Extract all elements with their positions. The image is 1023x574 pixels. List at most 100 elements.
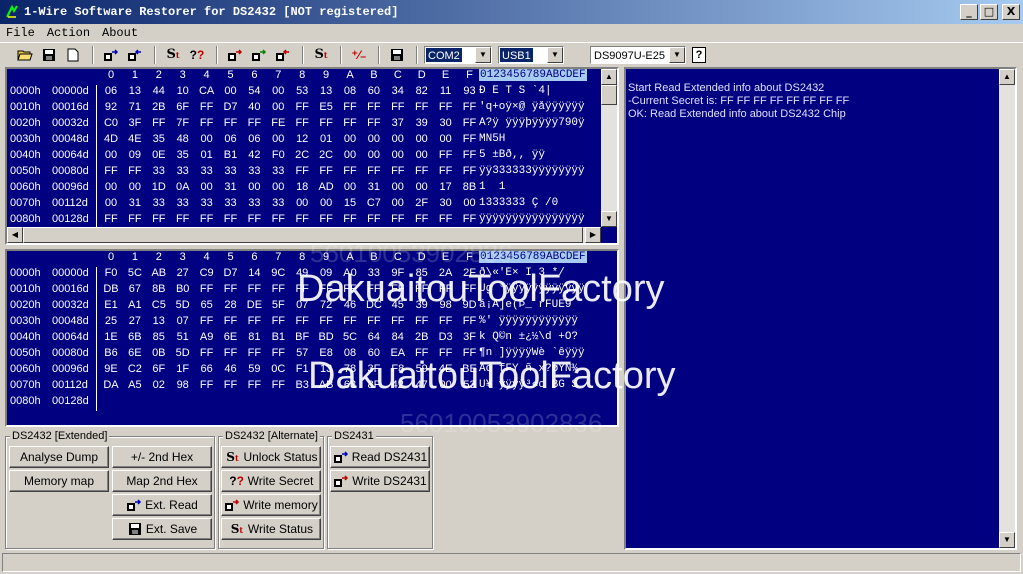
hex-byte[interactable]: FF — [412, 283, 432, 295]
hex-byte[interactable]: 33 — [268, 197, 288, 209]
analyse-dump-button[interactable]: Analyse Dump — [9, 446, 109, 468]
hex-byte[interactable]: FF — [436, 315, 456, 327]
hex-byte[interactable]: 65 — [197, 299, 217, 311]
hex-byte[interactable]: 42 — [244, 149, 264, 161]
write-memory-button[interactable]: Write memory — [221, 494, 321, 516]
hex-byte[interactable]: A5 — [125, 379, 145, 391]
write-chip-icon[interactable] — [224, 45, 246, 65]
hex-byte[interactable]: 15 — [340, 197, 360, 209]
save-dump-icon[interactable] — [386, 45, 408, 65]
hex-byte[interactable]: FF — [316, 315, 336, 327]
hex-byte[interactable]: 48 — [173, 133, 193, 145]
read-ds2431-button[interactable]: Read DS2431 — [330, 446, 430, 468]
hex-byte[interactable]: FF — [364, 165, 384, 177]
hex-byte[interactable]: FF — [364, 315, 384, 327]
hex-byte[interactable]: FF — [268, 347, 288, 359]
hex-byte[interactable]: FF — [221, 117, 241, 129]
hex-byte[interactable]: 1E — [101, 331, 121, 343]
hex-byte[interactable]: FF — [244, 117, 264, 129]
hex-byte[interactable]: 00 — [268, 85, 288, 97]
hex-byte[interactable]: 64 — [364, 331, 384, 343]
chevron-down-icon[interactable]: ▼ — [475, 46, 491, 63]
hex-byte[interactable]: FF — [197, 213, 217, 225]
hex-row[interactable]: 0050h 00080d B6 6E 0B 5D FF FF FF FF 57 E8 08 60 EA FF F… — [7, 347, 617, 363]
hex-byte[interactable]: 28 — [221, 299, 241, 311]
hex-byte[interactable]: 27 — [125, 315, 145, 327]
hex-byte[interactable]: CA — [197, 85, 217, 97]
hex-byte[interactable]: 59 — [244, 363, 264, 375]
hex-row[interactable]: 0040h 00064d 1E 6B 85 51 A9 6E 81 B1 BF BD 5C 64 84 2B D… — [7, 331, 617, 347]
hex-byte[interactable]: B1 — [268, 331, 288, 343]
hex-byte[interactable]: 71 — [125, 101, 145, 113]
hex-byte[interactable]: 33 — [364, 267, 384, 279]
hex-byte[interactable]: C7 — [364, 197, 384, 209]
memory-map-button[interactable]: Memory map — [9, 470, 109, 492]
hex-byte[interactable]: FF — [268, 213, 288, 225]
hex-byte[interactable]: FF — [340, 283, 360, 295]
hex-byte[interactable]: 4E — [125, 133, 145, 145]
hex-byte[interactable]: FF — [460, 213, 480, 225]
hex-row[interactable]: 0040h 00064d 00 09 0E 35 01 B1 42 F0 2C 2C 00 00 00 00 F… — [7, 149, 617, 165]
hex-byte[interactable]: 1D — [149, 181, 169, 193]
hex-row[interactable]: 0030h 00048d 4D 4E 35 48 00 06 06 00 12 01 00 00 00 00 0… — [7, 133, 617, 149]
write-secret-icon[interactable] — [248, 45, 270, 65]
hex-byte[interactable]: 5F — [268, 299, 288, 311]
hex-byte[interactable]: FF — [125, 165, 145, 177]
hex-byte[interactable]: 6E — [125, 347, 145, 359]
hex-byte[interactable]: 6E — [221, 331, 241, 343]
hex-byte[interactable]: 09 — [316, 267, 336, 279]
hex-byte[interactable]: 85 — [412, 267, 432, 279]
hex-byte[interactable]: 00 — [436, 133, 456, 145]
hex-byte[interactable]: 0C — [268, 363, 288, 375]
hex-row[interactable]: 0030h 00048d 25 27 13 07 FF FF FF FF FF FF FF FF FF FF F… — [7, 315, 617, 331]
hex-row[interactable]: 0060h 00096d 9E C2 6F 1F 66 46 59 0C F1 13 78 3F F8 59 4… — [7, 363, 617, 379]
scroll-thumb[interactable] — [601, 85, 617, 105]
hex-byte[interactable]: AB — [149, 267, 169, 279]
hex-byte[interactable]: FF — [292, 101, 312, 113]
hex-byte[interactable]: 8F — [364, 379, 384, 391]
hex-byte[interactable]: 01 — [316, 133, 336, 145]
hex-byte[interactable]: 2F — [412, 197, 432, 209]
menu-file[interactable]: File — [0, 26, 41, 40]
port-select[interactable]: COM2 ▼ — [424, 45, 492, 64]
hex-byte[interactable]: 13 — [125, 85, 145, 97]
hex-byte[interactable]: DA — [101, 379, 121, 391]
hex-byte[interactable]: FF — [268, 315, 288, 327]
hex-byte[interactable]: FF — [101, 213, 121, 225]
hex-byte[interactable]: B0 — [173, 283, 193, 295]
hex-byte[interactable]: FF — [412, 347, 432, 359]
status-icon[interactable]: St — [162, 45, 184, 65]
hex-row[interactable]: 0050h 00080d FF FF 33 33 33 33 33 33 FF FF FF FF FF FF F… — [7, 165, 617, 181]
device-select[interactable]: DS9097U-E25 ▼ — [590, 45, 686, 64]
hex-byte[interactable]: 44 — [149, 85, 169, 97]
hex-byte[interactable]: 63 — [340, 379, 360, 391]
hex-byte[interactable]: BE — [460, 363, 480, 375]
hex-row[interactable]: 0020h 00032d C0 3F FF 7F FF FF FF FE FF FF FF FF 37 39 3… — [7, 117, 617, 133]
hex-byte[interactable]: FF — [388, 315, 408, 327]
hex-byte[interactable]: FF — [340, 117, 360, 129]
hex-byte[interactable]: 49 — [292, 267, 312, 279]
hex-byte[interactable]: AD — [316, 181, 336, 193]
scroll-up-icon[interactable]: ▲ — [601, 69, 617, 85]
hex-byte[interactable]: D7 — [221, 267, 241, 279]
no-edit-icon[interactable]: ⁺⁄₋ — [348, 45, 370, 65]
hex-byte[interactable]: 0B — [149, 347, 169, 359]
hex-byte[interactable]: FF — [436, 347, 456, 359]
hex-byte[interactable]: 4D — [101, 133, 121, 145]
hex-byte[interactable]: 57 — [292, 347, 312, 359]
hex-byte[interactable]: FF — [101, 165, 121, 177]
hex-row[interactable]: 0080h 00128d — [7, 395, 617, 411]
chevron-down-icon[interactable]: ▼ — [669, 46, 685, 63]
unlock-status-button[interactable]: St Unlock Status — [221, 446, 321, 468]
hex-byte[interactable]: FF — [460, 101, 480, 113]
hex-byte[interactable]: E8 — [316, 347, 336, 359]
hex-byte[interactable]: FF — [412, 315, 432, 327]
hex-byte[interactable]: 00 — [292, 197, 312, 209]
hex-byte[interactable]: 2A — [436, 267, 456, 279]
hex-row[interactable]: 0000h 00000d 06 13 44 10 CA 00 54 00 53 13 08 60 34 82 1… — [7, 85, 617, 101]
hex-byte[interactable]: FF — [340, 213, 360, 225]
hex-byte[interactable]: 0E — [149, 149, 169, 161]
scroll-right-icon[interactable]: ▶ — [585, 227, 601, 243]
hex-byte[interactable]: FF — [364, 117, 384, 129]
hex-byte[interactable]: 00 — [268, 101, 288, 113]
